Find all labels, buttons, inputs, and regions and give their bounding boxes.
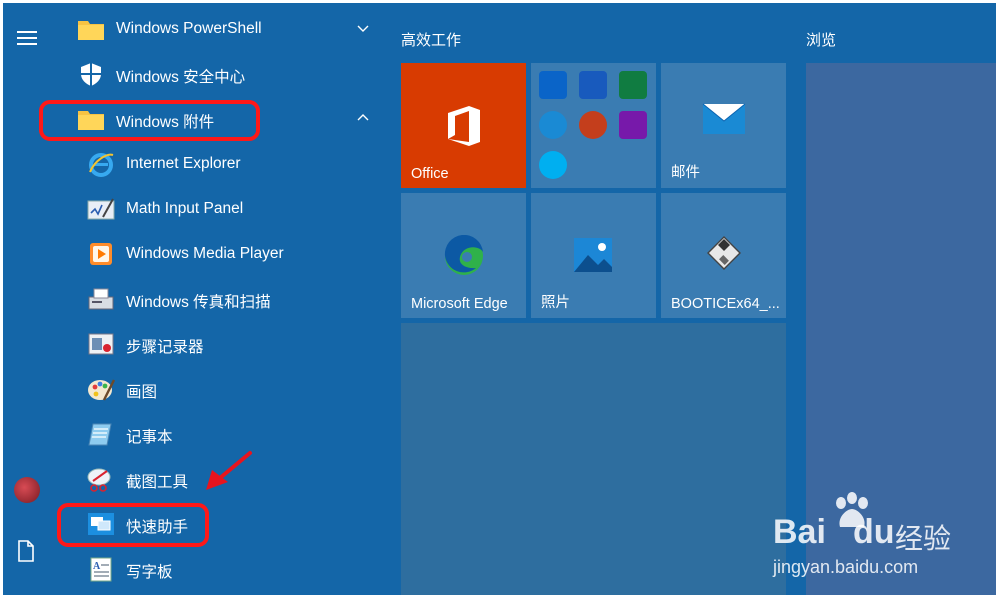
tile-label: Microsoft Edge [411, 296, 508, 312]
office-icon [448, 106, 480, 146]
onedrive-icon [539, 111, 567, 139]
app-item-internet-explorer[interactable]: Internet Explorer [51, 144, 391, 184]
hamburger-menu-icon[interactable] [17, 31, 37, 45]
shield-icon [81, 63, 101, 86]
media-player-icon [90, 243, 112, 265]
group-title-productivity[interactable]: 高效工作 [401, 29, 461, 50]
start-menu: Windows PowerShell Windows 安全中心 Windows … [3, 3, 996, 595]
baidu-jingyan-watermark: Bai du 经验 jingyan.baidu.com [773, 491, 973, 591]
snipping-tool-icon [87, 468, 111, 492]
powerpoint-icon [579, 111, 607, 139]
notepad-icon [88, 423, 112, 446]
tile-label: 照片 [541, 295, 570, 311]
internet-explorer-icon [89, 153, 114, 177]
app-list: Windows PowerShell Windows 安全中心 Windows … [39, 3, 391, 595]
skype-icon [539, 151, 567, 179]
app-label: Math Input Panel [126, 200, 244, 217]
app-item-math-input-panel[interactable]: Math Input Panel [51, 189, 391, 229]
steps-recorder-icon [88, 333, 114, 355]
app-label: 画图 [126, 384, 158, 401]
tile-office[interactable]: Office [401, 63, 526, 188]
app-item-windows-powershell[interactable]: Windows PowerShell [51, 9, 391, 49]
tile-photos[interactable]: 照片 [531, 193, 656, 318]
annotation-arrow [206, 451, 252, 490]
excel-icon [619, 71, 647, 99]
mail-icon [702, 103, 746, 134]
app-item-windows-security[interactable]: Windows 安全中心 [51, 54, 391, 94]
tile-label: BOOTICEx64_... [671, 296, 780, 312]
app-label: Windows PowerShell [116, 20, 262, 37]
edge-icon [444, 235, 483, 275]
fax-scan-icon [88, 288, 114, 310]
app-item-paint[interactable]: 画图 [51, 369, 391, 409]
app-label: Windows Media Player [126, 245, 284, 262]
onenote-icon [619, 111, 647, 139]
watermark-brand-du: du [853, 513, 895, 551]
app-label: 截图工具 [126, 474, 189, 491]
paint-icon [88, 379, 115, 401]
empty-tile-area [401, 323, 786, 595]
app-label: 写字板 [126, 564, 173, 581]
app-item-wordpad[interactable]: A 写字板 [51, 549, 391, 589]
word-icon [579, 71, 607, 99]
app-label: Windows 传真和扫描 [126, 294, 271, 311]
annotation-highlight-windows-accessories [39, 100, 260, 141]
svg-text:A: A [93, 561, 101, 572]
documents-icon[interactable] [17, 540, 35, 562]
watermark-brand: Bai [773, 513, 826, 551]
chevron-up-icon[interactable] [357, 112, 369, 124]
app-item-steps-recorder[interactable]: 步骤记录器 [51, 324, 391, 364]
app-label: Windows 安全中心 [116, 69, 246, 86]
watermark-suffix: 经验 [895, 523, 952, 554]
tile-office-apps-folder[interactable] [531, 63, 656, 188]
chevron-down-icon[interactable] [357, 22, 369, 34]
folder-icon [78, 21, 104, 40]
tile-label: 邮件 [671, 165, 700, 181]
tile-label: Office [411, 166, 449, 182]
app-item-windows-media-player[interactable]: Windows Media Player [51, 234, 391, 274]
watermark-url: jingyan.baidu.com [773, 557, 919, 577]
app-label: 步骤记录器 [126, 339, 204, 356]
app-label: Internet Explorer [126, 155, 241, 172]
wordpad-icon: A [90, 557, 112, 582]
app-label: 记事本 [126, 429, 173, 446]
floppy-disk-icon [707, 236, 741, 270]
tile-mail[interactable]: 邮件 [661, 63, 786, 188]
photos-icon [574, 238, 612, 272]
tile-microsoft-edge[interactable]: Microsoft Edge [401, 193, 526, 318]
math-input-panel-icon [87, 198, 115, 220]
app-item-windows-fax-scan[interactable]: Windows 传真和扫描 [51, 279, 391, 319]
annotation-highlight-quick-assist [57, 503, 209, 547]
outlook-icon [539, 71, 567, 99]
tile-booticex64[interactable]: BOOTICEx64_... [661, 193, 786, 318]
user-avatar[interactable] [14, 477, 40, 503]
start-rail [3, 3, 51, 595]
group-title-browse[interactable]: 浏览 [806, 29, 836, 50]
